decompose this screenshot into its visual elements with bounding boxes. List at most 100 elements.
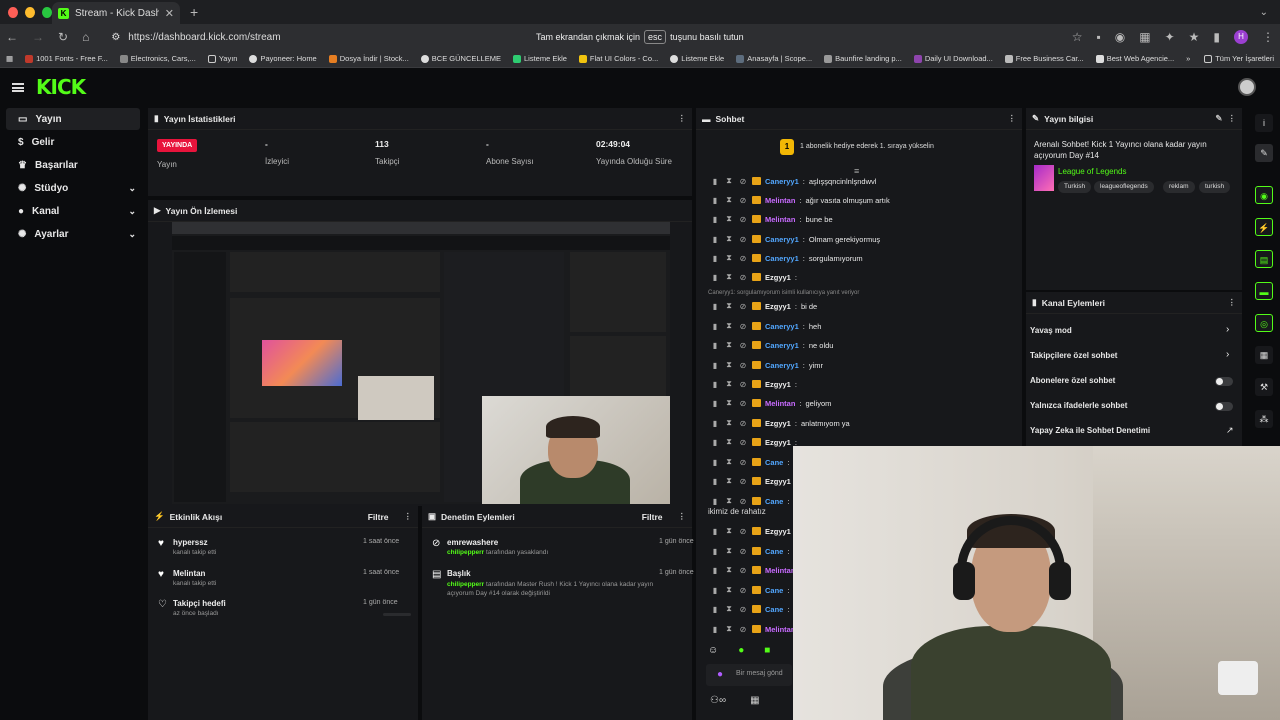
ban-icon[interactable]: ⊘ xyxy=(738,302,748,311)
sidebar-item-basarilar[interactable]: ♛ Başarılar xyxy=(6,154,140,176)
ban-icon[interactable]: ⊘ xyxy=(738,438,748,447)
layout-icon[interactable]: ▦ xyxy=(1255,346,1273,364)
timeout-icon[interactable]: ⧗ xyxy=(724,457,734,467)
feed-user[interactable]: Takipçi hedefi xyxy=(173,599,226,608)
timeout-icon[interactable]: ⧗ xyxy=(724,476,734,486)
extension-icon-2[interactable]: ▦ xyxy=(1139,30,1150,44)
all-bookmarks-folder[interactable]: Tüm Yer İşaretleri xyxy=(1204,54,1274,63)
chat-username[interactable]: Caneryy1 xyxy=(765,254,799,263)
bookmark-item[interactable]: BCE GÜNCELLEME xyxy=(420,54,501,63)
sidebar-item-gelir[interactable]: $ Gelir xyxy=(6,131,140,153)
chat-username[interactable]: Melintan xyxy=(765,625,795,634)
timeout-icon[interactable]: ⧗ xyxy=(724,585,734,595)
timeout-icon[interactable]: ⧗ xyxy=(724,253,734,263)
forward-icon[interactable]: → xyxy=(32,30,44,44)
ban-icon[interactable]: ⊘ xyxy=(738,625,748,634)
timeout-icon[interactable]: ⧗ xyxy=(724,526,734,536)
kick-logo[interactable]: KICK xyxy=(36,75,86,99)
delete-icon[interactable]: ▮ xyxy=(710,605,720,614)
ban-icon[interactable]: ⊘ xyxy=(738,177,748,186)
bookmark-item[interactable]: 1001 Fonts - Free F... xyxy=(25,54,108,63)
info-icon[interactable]: i xyxy=(1255,114,1273,132)
sidebar-item-ayarlar[interactable]: ✺ Ayarlar ⌄ xyxy=(6,223,140,245)
sidebar-item-studyo[interactable]: ✺ Stüdyo ⌄ xyxy=(6,177,140,199)
collapse-pin-icon[interactable]: ≡ xyxy=(854,166,859,176)
bookmark-item[interactable]: Listeme Ekle xyxy=(512,54,567,63)
bookmark-item[interactable]: Flat UI Colors - Co... xyxy=(578,54,658,63)
tag[interactable]: leagueoflegends xyxy=(1094,181,1154,193)
camera-icon[interactable]: ◉ xyxy=(1115,30,1125,44)
bookmark-item[interactable]: Baunfire landing p... xyxy=(824,54,902,63)
mod-user[interactable]: chilipepperr xyxy=(447,581,484,588)
filter-button[interactable]: Filtre xyxy=(368,512,389,522)
timeout-icon[interactable]: ⧗ xyxy=(724,321,734,331)
timeout-icon[interactable]: ⧗ xyxy=(724,624,734,634)
delete-icon[interactable]: ▮ xyxy=(710,419,720,428)
action-ai-moderation[interactable]: Yapay Zeka ile Sohbet Denetimi xyxy=(1030,426,1150,435)
chat-username[interactable]: Caneryy1 xyxy=(765,341,799,350)
feed-user[interactable]: hyperssz xyxy=(173,538,216,547)
ban-icon[interactable]: ⊘ xyxy=(738,273,748,282)
back-icon[interactable]: ← xyxy=(6,30,18,44)
delete-icon[interactable]: ▮ xyxy=(710,566,720,575)
bookmark-item[interactable]: Listeme Ekle xyxy=(670,54,724,63)
more-icon[interactable]: ⋮ xyxy=(678,113,687,124)
chat-username[interactable]: Cane xyxy=(765,586,783,595)
ban-icon[interactable]: ⊘ xyxy=(738,361,748,370)
puzzle-icon[interactable]: ✦ xyxy=(1165,30,1175,44)
chat-username[interactable]: Cane xyxy=(765,605,783,614)
delete-icon[interactable]: ▮ xyxy=(710,586,720,595)
category-name[interactable]: League of Legends xyxy=(1058,167,1127,176)
mod-user[interactable]: chilipepperr xyxy=(447,549,484,556)
user-avatar[interactable] xyxy=(1238,78,1256,96)
sidebar-icon[interactable]: ▮ xyxy=(1213,30,1220,44)
browser-tab[interactable]: K Stream - Kick Dashboard ✕ xyxy=(52,2,180,24)
ban-icon[interactable]: ⊘ xyxy=(738,497,748,506)
chat-username[interactable]: Ezgyy1 xyxy=(765,477,791,486)
chat-icon[interactable]: ▬ xyxy=(1255,282,1273,300)
tag[interactable]: reklam xyxy=(1163,181,1195,193)
ban-icon[interactable]: ⊘ xyxy=(738,547,748,556)
new-tab-icon[interactable]: + xyxy=(190,4,198,20)
menu-icon[interactable] xyxy=(12,82,24,92)
chat-username[interactable]: Ezgyy1 xyxy=(765,419,791,428)
maximize-window-button[interactable] xyxy=(42,6,52,18)
ban-icon[interactable]: ⊘ xyxy=(738,322,748,331)
more-bookmarks-icon[interactable]: » xyxy=(1186,54,1190,63)
delete-icon[interactable]: ▮ xyxy=(710,341,720,350)
delete-icon[interactable]: ▮ xyxy=(710,399,720,408)
tab-list-chevron-icon[interactable]: ⌄ xyxy=(1260,7,1268,18)
mod-target[interactable]: emrewashere xyxy=(447,538,687,547)
ban-icon[interactable]: ⊘ xyxy=(738,527,748,536)
more-icon[interactable]: ⋮ xyxy=(1228,297,1237,308)
ban-icon[interactable]: ⊘ xyxy=(738,341,748,350)
delete-icon[interactable]: ▮ xyxy=(710,527,720,536)
chat-username[interactable]: Melintan xyxy=(765,215,795,224)
more-icon[interactable]: ⋮ xyxy=(678,511,687,522)
sidebar-item-yayin[interactable]: ▭ Yayın xyxy=(6,108,140,130)
close-window-button[interactable] xyxy=(8,6,18,18)
bookmark-item[interactable]: Payoneer: Home xyxy=(249,54,317,63)
mic-icon[interactable]: ● xyxy=(717,669,723,680)
chat-username[interactable]: Cane xyxy=(765,458,783,467)
chat-username[interactable]: Melintan xyxy=(765,196,795,205)
ban-icon[interactable]: ⊘ xyxy=(738,566,748,575)
bookmark-item[interactable]: Anasayfa | Scope... xyxy=(736,54,812,63)
chat-username[interactable]: Melintan xyxy=(765,566,795,575)
camera-icon[interactable]: ◉ xyxy=(1255,186,1273,204)
ban-icon[interactable]: ⊘ xyxy=(738,419,748,428)
more-icon[interactable]: ⋮ xyxy=(1228,113,1237,124)
emote-icon-2[interactable]: ■ xyxy=(764,645,770,656)
timeout-icon[interactable]: ⧗ xyxy=(724,546,734,556)
kick-emote-icon[interactable]: ● xyxy=(738,645,744,656)
bookmark-folder[interactable]: Yayın xyxy=(207,54,237,63)
timeout-icon[interactable]: ⧗ xyxy=(724,214,734,224)
close-tab-icon[interactable]: ✕ xyxy=(165,7,174,20)
ban-icon[interactable]: ⊘ xyxy=(738,215,748,224)
reload-icon[interactable]: ↻ xyxy=(58,30,68,44)
wrench-icon[interactable]: ⚒ xyxy=(1255,378,1273,396)
timeout-icon[interactable]: ⧗ xyxy=(724,398,734,408)
delete-icon[interactable]: ▮ xyxy=(710,177,720,186)
more-icon[interactable]: ⋮ xyxy=(1008,113,1017,124)
minimize-window-button[interactable] xyxy=(25,6,35,18)
